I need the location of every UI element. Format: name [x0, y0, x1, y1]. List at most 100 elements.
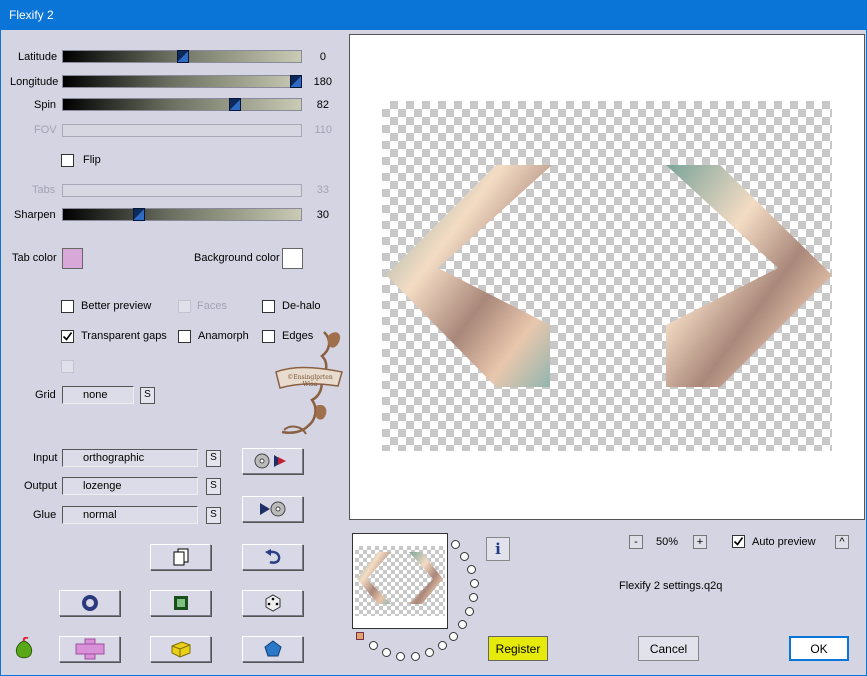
fov-value: 110 — [314, 124, 332, 136]
sphere-shape-button[interactable] — [59, 590, 120, 616]
watermark-text-line-1: ©Ensinglprten — [287, 374, 333, 381]
auto-preview-label: Auto preview — [752, 536, 816, 548]
anamorph-checkbox[interactable] — [178, 330, 191, 343]
grid-s-button[interactable]: S — [140, 387, 155, 404]
auto-preview-checkbox[interactable] — [732, 535, 745, 548]
spin-value: 82 — [316, 99, 329, 111]
grid-label: Grid — [35, 389, 56, 401]
flaming-pear-logo-icon — [15, 637, 33, 659]
preset-dot-5[interactable] — [469, 593, 478, 602]
preset-dot-14[interactable] — [369, 641, 378, 650]
better-preview-checkbox[interactable] — [61, 300, 74, 313]
dice-icon — [265, 594, 280, 612]
faces-label: Faces — [197, 300, 227, 312]
title-bar: Flexify 2 — [0, 0, 867, 30]
preset-dot-11[interactable] — [411, 652, 420, 661]
preset-marker-current[interactable] — [356, 632, 364, 640]
grid-s-label: S — [144, 389, 151, 400]
preset-dot-7[interactable] — [458, 620, 467, 629]
fov-label: FOV — [34, 124, 57, 136]
input-select[interactable]: orthographic — [62, 449, 198, 467]
transparent-gaps-checkbox[interactable] — [61, 330, 74, 343]
preset-dot-13[interactable] — [382, 648, 391, 657]
zoom-in-button[interactable]: + — [693, 535, 707, 549]
grid-select[interactable]: none — [62, 386, 134, 404]
preset-dot-4[interactable] — [470, 579, 479, 588]
watermark-text-line-2: Wisa — [303, 381, 318, 388]
glue-s-label: S — [210, 509, 217, 520]
longitude-slider-thumb[interactable] — [290, 75, 302, 88]
swap-output-button[interactable] — [242, 496, 303, 522]
preset-dot-10[interactable] — [425, 648, 434, 657]
better-preview-label: Better preview — [81, 300, 152, 312]
pentagon-button[interactable] — [242, 636, 303, 662]
cross-shape-button[interactable] — [59, 636, 120, 662]
square-shape-button[interactable] — [150, 590, 211, 616]
copy-button[interactable] — [150, 544, 211, 570]
ok-button[interactable]: OK — [789, 636, 849, 661]
swap-input-button[interactable] — [242, 448, 303, 474]
square-frame-icon — [173, 596, 188, 610]
cube-icon — [171, 641, 190, 658]
window-title: Flexify 2 — [9, 8, 54, 22]
transparent-gaps-label: Transparent gaps — [81, 330, 167, 342]
input-label: Input — [33, 452, 58, 464]
preset-dot-1[interactable] — [451, 540, 460, 549]
disc-to-play-icon — [254, 453, 286, 469]
cancel-label: Cancel — [649, 641, 688, 656]
flip-label: Flip — [83, 154, 101, 166]
preset-dot-8[interactable] — [449, 632, 458, 641]
spin-label: Spin — [34, 99, 57, 111]
tab-color-swatch[interactable] — [62, 248, 83, 269]
glue-s-button[interactable]: S — [206, 507, 221, 524]
de-halo-checkbox[interactable] — [262, 300, 275, 313]
output-label: Output — [24, 480, 58, 492]
undo-button[interactable] — [242, 544, 303, 570]
preset-dot-3[interactable] — [467, 565, 476, 574]
input-s-label: S — [210, 452, 217, 463]
undo-arrow-icon — [264, 549, 280, 564]
output-select[interactable]: lozenge — [62, 477, 198, 495]
flip-checkbox[interactable] — [61, 154, 74, 167]
sharpen-value: 30 — [316, 209, 329, 221]
latitude-value: 0 — [319, 51, 326, 63]
sharpen-slider[interactable] — [62, 208, 302, 221]
sharpen-slider-thumb[interactable] — [133, 208, 145, 221]
tabs-slider — [62, 184, 302, 197]
preview-image — [386, 165, 832, 387]
preview-panel[interactable] — [349, 34, 865, 520]
preset-dot-9[interactable] — [438, 641, 447, 650]
longitude-slider[interactable] — [62, 75, 302, 88]
sharpen-label: Sharpen — [14, 209, 56, 221]
latitude-label: Latitude — [18, 51, 58, 63]
grid-select-value: none — [83, 389, 108, 401]
fov-slider — [62, 124, 302, 137]
output-s-label: S — [210, 480, 217, 491]
register-button[interactable]: Register — [488, 636, 548, 661]
preset-dot-2[interactable] — [460, 552, 469, 561]
spin-slider[interactable] — [62, 98, 302, 111]
thumbnail-navigator[interactable] — [352, 533, 448, 629]
check-mark-icon — [733, 537, 744, 546]
anamorph-label: Anamorph — [198, 330, 249, 342]
latitude-slider[interactable] — [62, 50, 302, 63]
preset-dot-12[interactable] — [396, 652, 405, 661]
ring-icon — [81, 595, 98, 611]
output-s-button[interactable]: S — [206, 478, 221, 495]
collapse-toggle-label: ^ — [839, 536, 845, 548]
info-button[interactable]: i — [486, 537, 510, 561]
cancel-button[interactable]: Cancel — [638, 636, 699, 661]
info-icon: i — [495, 540, 501, 558]
zoom-out-button[interactable]: - — [629, 535, 643, 549]
latitude-slider-thumb[interactable] — [177, 50, 189, 63]
input-s-button[interactable]: S — [206, 450, 221, 467]
preset-dot-6[interactable] — [465, 607, 474, 616]
zoom-out-label: - — [634, 536, 638, 548]
glue-select[interactable]: normal — [62, 506, 198, 524]
spin-slider-thumb[interactable] — [229, 98, 241, 111]
cube-button[interactable] — [150, 636, 211, 662]
background-color-swatch[interactable] — [282, 248, 303, 269]
collapse-toggle-button[interactable]: ^ — [835, 535, 849, 549]
random-button[interactable] — [242, 590, 303, 616]
tabs-value: 33 — [316, 184, 329, 196]
